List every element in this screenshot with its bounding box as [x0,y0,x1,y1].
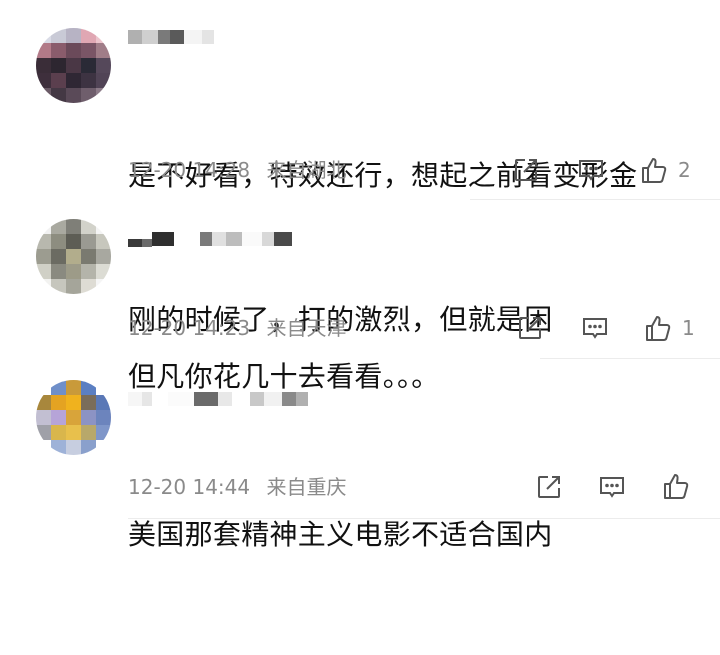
avatar[interactable] [36,380,111,455]
comment-text: 美国那套精神主义电影不适合国内 [128,415,690,655]
comment-item: 美国那套精神主义电影不适合国内 12-20 14:44 来自重庆 [0,0,720,551]
reply-button[interactable] [598,471,626,503]
like-button[interactable]: 1 [644,312,695,344]
reply-button[interactable] [581,312,609,344]
comment-divider [540,358,720,359]
comment-divider [470,199,720,200]
like-button[interactable] [662,470,700,502]
like-count: 2 [678,158,691,182]
share-icon [519,317,541,339]
comment-icon [600,477,624,498]
comment-time: 12-20 14:23 [128,316,251,340]
comment-location: 来自重庆 [266,475,347,499]
comment-meta: 12-20 14:44 来自重庆 [128,473,346,501]
comment-divider [128,518,720,519]
share-button[interactable] [535,471,563,503]
comment-location: 来自湖北 [266,158,347,182]
share-button[interactable] [516,312,544,344]
comment-location: 来自天津 [266,316,347,340]
comment-icon [583,318,607,339]
like-icon [646,316,671,341]
share-icon [538,476,560,498]
comment-meta: 12-20 14:23 来自天津 [128,314,346,342]
comment-icon [579,160,603,181]
share-icon [515,159,537,181]
comment-time: 12-20 14:28 [128,158,251,182]
like-icon [664,474,689,499]
username-masked[interactable] [128,228,292,250]
username-masked[interactable] [128,388,308,410]
like-count: 1 [682,316,695,340]
comment-time: 12-20 14:44 [128,475,251,499]
comment-meta: 12-20 14:28 来自湖北 [128,156,346,184]
avatar[interactable] [36,219,111,294]
